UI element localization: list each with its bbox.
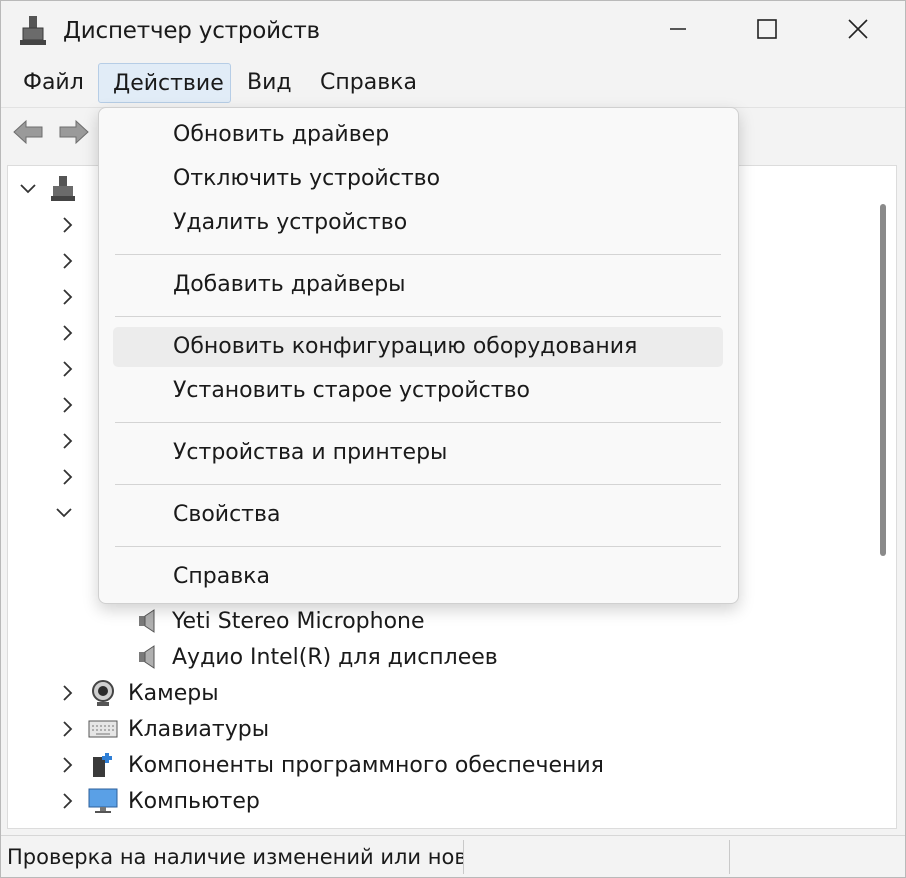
chevron-down-icon[interactable] [18, 179, 38, 199]
back-button[interactable] [11, 118, 45, 150]
tree-item-label: Камеры [128, 680, 219, 706]
menu-separator [115, 422, 721, 423]
tree-item-yeti-microphone[interactable]: Yeti Stereo Microphone [132, 604, 425, 638]
minimize-icon [668, 19, 688, 43]
computer-root-icon [48, 175, 78, 203]
tree-item-label: Клавиатуры [128, 716, 270, 742]
speaker-icon [132, 607, 162, 635]
tree-root-row[interactable] [18, 172, 88, 206]
chevron-right-icon[interactable] [58, 215, 78, 235]
monitor-icon [88, 787, 118, 815]
chevron-down-icon[interactable] [54, 503, 74, 523]
chevron-right-icon[interactable] [58, 467, 78, 487]
vertical-scrollbar[interactable] [880, 204, 886, 556]
status-text: Проверка на наличие изменений или нов [7, 845, 463, 869]
menu-item-uninstall-device[interactable]: Удалить устройство [113, 203, 723, 243]
tree-item-software-components[interactable]: Компоненты программного обеспечения [58, 748, 604, 782]
title-bar[interactable]: Диспетчер устройств [1, 1, 905, 63]
device-manager-window: Диспетчер устройств Файл Действие Вид Сп… [0, 0, 906, 878]
close-button[interactable] [836, 13, 880, 49]
camera-icon [88, 679, 118, 707]
software-component-icon [88, 751, 118, 779]
status-bar: Проверка на наличие изменений или нов [1, 835, 905, 877]
tree-row-expanded[interactable] [54, 496, 84, 530]
chevron-right-icon[interactable] [58, 791, 78, 811]
tree-item-label: Аудио Intel(R) для дисплеев [172, 644, 498, 670]
menu-view[interactable]: Вид [233, 63, 306, 103]
tree-item-label: Yeti Stereo Microphone [172, 608, 425, 634]
chevron-right-icon[interactable] [58, 359, 78, 379]
tree-item-label: Компьютер [128, 788, 260, 814]
menu-separator [115, 546, 721, 547]
chevron-right-icon[interactable] [58, 719, 78, 739]
chevron-right-icon[interactable] [58, 251, 78, 271]
menu-separator [115, 316, 721, 317]
menu-separator [115, 254, 721, 255]
back-arrow-icon [12, 119, 44, 149]
menu-separator [115, 484, 721, 485]
menu-item-add-legacy-hardware[interactable]: Установить старое устройство [113, 371, 723, 411]
menu-item-scan-hardware-changes[interactable]: Обновить конфигурацию оборудования [113, 327, 723, 367]
tree-row-collapsed[interactable] [58, 208, 88, 242]
tree-row-collapsed[interactable] [58, 244, 88, 278]
tree-row-collapsed[interactable] [58, 388, 88, 422]
window-title: Диспетчер устройств [63, 18, 320, 44]
menu-bar: Файл Действие Вид Справка [1, 63, 905, 107]
forward-arrow-icon [58, 119, 90, 149]
menu-item-update-driver[interactable]: Обновить драйвер [113, 115, 723, 155]
tree-item-keyboards[interactable]: Клавиатуры [58, 712, 269, 746]
device-manager-icon [19, 15, 47, 47]
forward-button[interactable] [57, 118, 91, 150]
menu-action[interactable]: Действие [98, 63, 231, 103]
action-menu: Обновить драйвер Отключить устройство Уд… [98, 107, 739, 604]
tree-item-intel-audio[interactable]: Аудио Intel(R) для дисплеев [132, 640, 498, 674]
chevron-right-icon[interactable] [58, 683, 78, 703]
status-divider [463, 840, 464, 874]
menu-help[interactable]: Справка [306, 63, 431, 103]
tree-row-collapsed[interactable] [58, 460, 88, 494]
menu-item-add-drivers[interactable]: Добавить драйверы [113, 265, 723, 305]
chevron-right-icon[interactable] [58, 431, 78, 451]
keyboard-icon [88, 715, 118, 743]
chevron-right-icon[interactable] [58, 395, 78, 415]
menu-item-devices-and-printers[interactable]: Устройства и принтеры [113, 433, 723, 473]
maximize-icon [756, 18, 778, 44]
chevron-right-icon[interactable] [58, 755, 78, 775]
chevron-right-icon[interactable] [58, 323, 78, 343]
menu-item-disable-device[interactable]: Отключить устройство [113, 159, 723, 199]
tree-row-collapsed[interactable] [58, 316, 88, 350]
tree-item-label: Компоненты программного обеспечения [128, 752, 604, 778]
menu-file[interactable]: Файл [9, 63, 98, 103]
tree-item-computer[interactable]: Компьютер [58, 784, 260, 818]
tree-row-collapsed[interactable] [58, 352, 88, 386]
speaker-icon [132, 643, 162, 671]
tree-row-collapsed[interactable] [58, 280, 88, 314]
close-icon [847, 18, 869, 44]
tree-row-collapsed[interactable] [58, 424, 88, 458]
chevron-right-icon[interactable] [58, 287, 78, 307]
maximize-button[interactable] [745, 13, 789, 49]
tree-item-cameras[interactable]: Камеры [58, 676, 219, 710]
menu-item-properties[interactable]: Свойства [113, 495, 723, 535]
minimize-button[interactable] [656, 13, 700, 49]
status-divider [729, 840, 730, 874]
menu-item-help[interactable]: Справка [113, 557, 723, 597]
